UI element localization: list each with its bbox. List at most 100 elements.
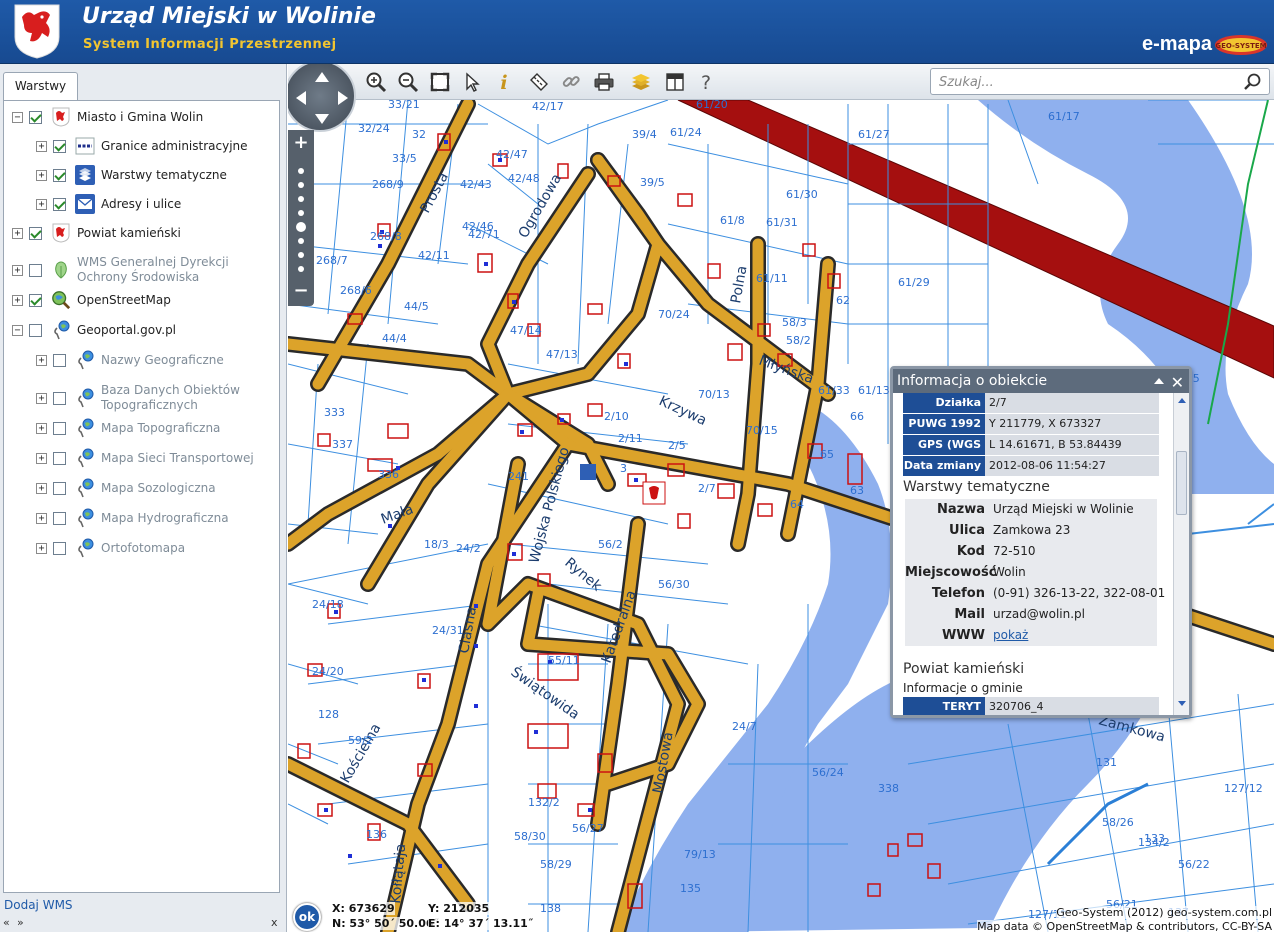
zoom-slider[interactable]: + − bbox=[288, 130, 314, 306]
thematic-value: Zamkowa 23 bbox=[993, 523, 1071, 537]
layer-node[interactable]: + WMS Generalnej Dyrekcji Ochrony Środowi… bbox=[12, 254, 274, 286]
layer-checkbox[interactable] bbox=[53, 353, 66, 367]
pan-up-icon[interactable] bbox=[315, 72, 329, 82]
expand-toggle[interactable]: + bbox=[36, 198, 47, 210]
zoom-level-dot[interactable] bbox=[298, 238, 304, 244]
layer-checkbox[interactable] bbox=[53, 391, 66, 405]
layer-node[interactable]: + Warstwy tematyczne bbox=[36, 163, 274, 187]
parcel-label: 56/22 bbox=[1178, 858, 1210, 871]
panel-prev-button[interactable]: « bbox=[3, 916, 10, 929]
layer-checkbox[interactable] bbox=[53, 451, 66, 465]
magnifier-globe-icon bbox=[51, 290, 71, 310]
layer-node[interactable]: + Powiat kamieński bbox=[12, 221, 274, 245]
layer-node[interactable]: + Mapa Sozologiczna bbox=[36, 476, 274, 500]
parcel-label: 70/15 bbox=[746, 424, 778, 437]
www-link[interactable]: pokaż bbox=[993, 625, 1028, 646]
layer-checkbox[interactable] bbox=[29, 226, 42, 240]
layer-checkbox[interactable] bbox=[53, 511, 66, 525]
layer-node[interactable]: + Ortofotomapa bbox=[36, 536, 274, 560]
pan-control[interactable] bbox=[288, 64, 356, 132]
expand-toggle[interactable]: + bbox=[36, 542, 47, 554]
search-input[interactable] bbox=[939, 73, 1239, 91]
layer-node[interactable]: + Adresy i ulice bbox=[36, 192, 274, 216]
zoom-out-button[interactable]: − bbox=[292, 282, 310, 302]
layer-node[interactable]: − Miasto i Gmina Wolin bbox=[12, 105, 274, 129]
zoom-level-dot[interactable] bbox=[298, 196, 304, 202]
parcel-label: 58/30 bbox=[514, 830, 546, 843]
layer-checkbox[interactable] bbox=[53, 421, 66, 435]
expand-toggle[interactable]: + bbox=[36, 512, 47, 524]
zoom-level-dot[interactable] bbox=[298, 182, 304, 188]
layer-checkbox[interactable] bbox=[53, 168, 66, 182]
expand-toggle[interactable]: − bbox=[12, 111, 23, 123]
layer-checkbox[interactable] bbox=[53, 197, 66, 211]
expand-toggle[interactable]: + bbox=[36, 452, 47, 464]
print-tool[interactable] bbox=[591, 69, 617, 95]
zoom-level-dot[interactable] bbox=[298, 168, 304, 174]
layer-checkbox[interactable] bbox=[53, 541, 66, 555]
zoom-extent-tool[interactable] bbox=[427, 69, 453, 95]
expand-toggle[interactable]: + bbox=[12, 294, 23, 306]
layer-node[interactable]: + Granice administracyjne bbox=[36, 134, 274, 158]
expand-toggle[interactable]: + bbox=[36, 482, 47, 494]
layer-node[interactable]: + Mapa Sieci Transportowej bbox=[36, 446, 274, 470]
pointer-tool[interactable] bbox=[459, 69, 485, 95]
layer-node[interactable]: + Mapa Topograficzna bbox=[36, 416, 274, 440]
expand-toggle[interactable]: + bbox=[12, 227, 23, 239]
scroll-up-icon[interactable] bbox=[1176, 395, 1188, 407]
tab-warstwy[interactable]: Warstwy bbox=[3, 72, 78, 100]
layers-tool[interactable] bbox=[628, 69, 654, 95]
zoom-in-button[interactable]: + bbox=[292, 134, 310, 152]
leaf-icon bbox=[51, 260, 71, 280]
popup-close-button[interactable]: ✕ bbox=[1171, 371, 1184, 395]
pan-right-icon[interactable] bbox=[338, 91, 348, 105]
parcel-label: 56/30 bbox=[658, 578, 690, 591]
expand-toggle[interactable]: + bbox=[36, 169, 47, 181]
pan-left-icon[interactable] bbox=[296, 91, 306, 105]
pan-down-icon[interactable] bbox=[315, 114, 329, 124]
layer-node[interactable]: + Mapa Hydrograficzna bbox=[36, 506, 274, 530]
expand-toggle[interactable]: − bbox=[12, 324, 23, 336]
zoom-in-tool[interactable] bbox=[363, 69, 389, 95]
search-icon[interactable] bbox=[1243, 72, 1263, 92]
layer-node[interactable]: − Geoportal.gov.pl bbox=[12, 318, 274, 342]
add-wms-link[interactable]: Dodaj WMS bbox=[4, 898, 73, 912]
expand-toggle[interactable]: + bbox=[36, 354, 47, 366]
layer-checkbox[interactable] bbox=[53, 481, 66, 495]
measure-tool[interactable] bbox=[526, 69, 552, 95]
scroll-down-icon[interactable] bbox=[1176, 697, 1188, 709]
layer-checkbox[interactable] bbox=[53, 139, 66, 153]
app-header: Urząd Miejski w Wolinie System Informacj… bbox=[0, 0, 1274, 64]
zoom-level-dot[interactable] bbox=[298, 252, 304, 258]
parcel-label: 44/4 bbox=[382, 332, 407, 345]
scroll-thumb[interactable] bbox=[1176, 451, 1187, 515]
expand-toggle[interactable]: + bbox=[36, 422, 47, 434]
map-view[interactable]: Prosta Ogrodowa Mała Wojska Polskiego Ry… bbox=[288, 64, 1274, 932]
zoom-level-dot[interactable] bbox=[298, 266, 304, 272]
attribution-osm: Map data © OpenStreetMap & contributors,… bbox=[977, 920, 1272, 932]
layout-tool[interactable] bbox=[662, 69, 688, 95]
layer-node[interactable]: + OpenStreetMap bbox=[12, 288, 274, 312]
info-tool[interactable]: i bbox=[491, 69, 517, 95]
layer-checkbox[interactable] bbox=[29, 263, 42, 277]
zoom-handle[interactable] bbox=[296, 222, 306, 232]
panel-next-button[interactable]: » bbox=[17, 916, 24, 929]
collapse-icon[interactable] bbox=[1153, 375, 1165, 387]
ok-button[interactable]: ok bbox=[293, 903, 321, 931]
layer-checkbox[interactable] bbox=[29, 323, 42, 337]
expand-toggle[interactable]: + bbox=[36, 392, 47, 404]
zoom-level-dot[interactable] bbox=[298, 210, 304, 216]
expand-toggle[interactable]: + bbox=[12, 264, 23, 276]
popup-scrollbar[interactable] bbox=[1173, 393, 1189, 715]
help-tool[interactable]: ? bbox=[693, 69, 719, 95]
panel-close-button[interactable]: x bbox=[271, 916, 278, 929]
parcel-label: 128 bbox=[318, 708, 339, 721]
parcel-label: 2/11 bbox=[618, 432, 643, 445]
layer-node[interactable]: + Baza Danych Obiektów Topograficznych bbox=[36, 382, 274, 414]
layer-node[interactable]: + Nazwy Geograficzne bbox=[36, 348, 274, 372]
layer-checkbox[interactable] bbox=[29, 293, 42, 307]
layer-checkbox[interactable] bbox=[29, 110, 42, 124]
expand-toggle[interactable]: + bbox=[36, 140, 47, 152]
link-tool[interactable] bbox=[558, 69, 584, 95]
zoom-out-tool[interactable] bbox=[395, 69, 421, 95]
